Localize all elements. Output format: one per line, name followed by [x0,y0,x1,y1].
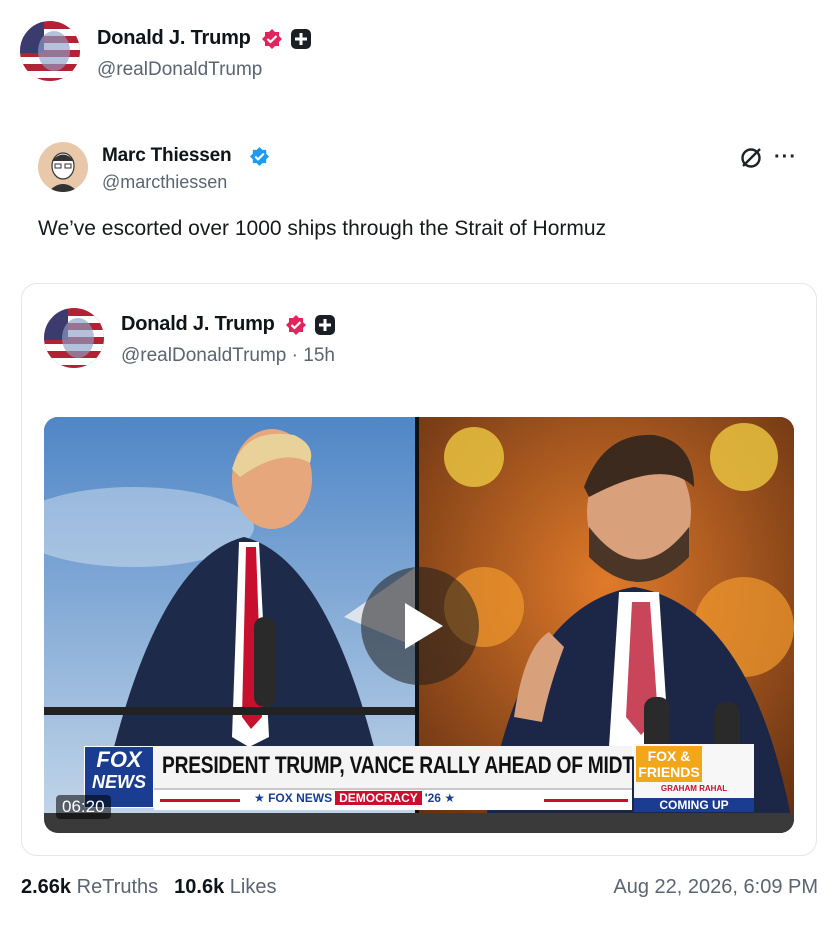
more-icon[interactable]: ··· [774,146,797,169]
card-author-name[interactable]: Donald J. Trump [121,313,275,336]
verified-badge-icon [285,314,307,341]
post-text: We’ve escorted over 1000 ships through t… [38,217,607,240]
retruths-count[interactable]: 2.66k [21,876,71,898]
chyron-sub-bar: ★ FOX NEWS DEMOCRACY '26 ★ [154,790,632,810]
play-button[interactable] [361,567,479,685]
avatar-trump[interactable] [20,21,80,81]
author-handle[interactable]: @realDonaldTrump [97,59,262,81]
video-duration: 06:20 [56,795,111,819]
chyron-headline: PRESIDENT TRUMP, VANCE RALLY AHEAD OF MI… [162,752,689,779]
plus-badge-icon [314,314,336,341]
avatar-marc[interactable] [38,142,88,192]
avatar-trump[interactable] [44,308,104,368]
quoted-author-name[interactable]: Marc Thiessen [102,145,232,167]
post-timestamp[interactable]: Aug 22, 2026, 6:09 PM [613,876,818,899]
quoted-author-handle[interactable]: @marcthiessen [102,172,227,193]
play-icon [405,603,443,649]
news-chyron: FOX NEWS PRESIDENT TRUMP, VANCE RALLY AH… [44,742,794,812]
post-stats: 2.66k ReTruths 10.6k Likes [21,876,276,899]
coming-up-label: COMING UP [634,798,754,812]
retruths-label[interactable]: ReTruths [77,876,159,898]
verified-badge-icon [261,28,283,55]
card-author-handle-time[interactable]: @realDonaldTrump · 15h [121,345,335,367]
likes-label[interactable]: Likes [230,876,277,898]
fox-and-friends-box: FOX & FRIENDS GRAHAM RAHAL COMING UP [634,744,754,812]
chyron-headline-bar: PRESIDENT TRUMP, VANCE RALLY AHEAD OF MI… [154,746,689,790]
fox-and-friends-logo: FOX & FRIENDS [636,746,702,782]
verified-badge-icon [249,146,270,172]
chyron-sub-text: ★ FOX NEWS DEMOCRACY '26 ★ [254,791,456,805]
likes-count[interactable]: 10.6k [174,876,224,898]
plus-badge-icon [290,28,312,55]
no-sign-icon[interactable] [738,145,764,176]
author-name[interactable]: Donald J. Trump [97,27,251,50]
coming-up-guest: GRAHAM RAHAL [660,784,728,793]
